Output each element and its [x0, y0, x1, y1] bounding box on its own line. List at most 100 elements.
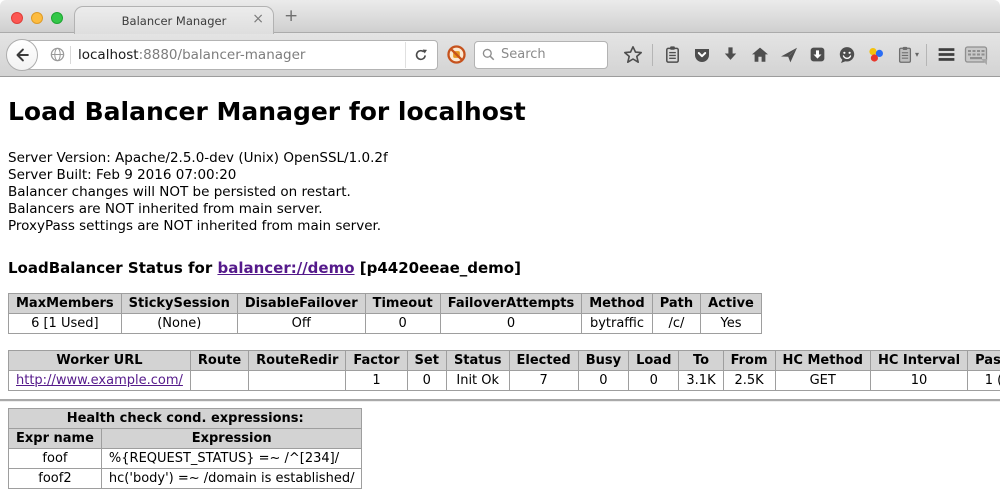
col-route: Route: [190, 351, 248, 371]
worker-url-link[interactable]: http://www.example.com/: [16, 373, 183, 388]
url-divider: [70, 46, 71, 64]
search-icon: [481, 47, 496, 62]
cell-path: /c/: [652, 314, 700, 334]
col-factor: Factor: [346, 351, 407, 371]
zoom-window-button[interactable]: [51, 12, 63, 24]
cell-load: 0: [629, 371, 679, 391]
balancer-demo-link[interactable]: balancer://demo: [217, 259, 354, 277]
inherit-note-line: Balancers are NOT inherited from main se…: [8, 201, 992, 218]
close-window-button[interactable]: [11, 12, 23, 24]
col-status: Status: [446, 351, 509, 371]
tab-title: Balancer Manager: [122, 14, 227, 28]
cell-worker-url: http://www.example.com/: [9, 371, 191, 391]
col-hc-interval: HC Interval: [870, 351, 967, 371]
cell-routeredir: [249, 371, 346, 391]
col-load: Load: [629, 351, 679, 371]
col-expression: Expression: [101, 429, 362, 449]
minimize-window-button[interactable]: [31, 12, 43, 24]
url-bar[interactable]: localhost:8880/balancer-manager: [22, 40, 438, 70]
status-prefix: LoadBalancer Status for: [8, 259, 217, 277]
keyboard-button[interactable]: [961, 41, 990, 69]
url-host: localhost: [78, 47, 139, 63]
col-expr-name: Expr name: [9, 429, 102, 449]
health-check-table: Health check cond. expressions: Expr nam…: [8, 408, 362, 489]
reload-button[interactable]: [405, 42, 435, 68]
cell-hc-interval: 10: [870, 371, 967, 391]
chat-smiley-button[interactable]: [832, 41, 861, 69]
table-row: 6 [1 Used] (None) Off 0 0 bytraffic /c/ …: [9, 314, 762, 334]
col-disablefailover: DisableFailover: [237, 294, 365, 314]
col-to: To: [679, 351, 723, 371]
pocket-button[interactable]: [687, 41, 716, 69]
worker-table: Worker URL Route RouteRedir Factor Set S…: [8, 350, 1000, 391]
cell-to: 3.1K: [679, 371, 723, 391]
new-tab-button[interactable]: +: [284, 6, 298, 26]
back-button[interactable]: [6, 39, 38, 71]
page-content: Load Balancer Manager for localhost Serv…: [0, 77, 1000, 491]
col-worker-url: Worker URL: [9, 351, 191, 371]
cell-set: 0: [407, 371, 446, 391]
col-maxmembers: MaxMembers: [9, 294, 122, 314]
clipboard-menu-caret-icon[interactable]: ▾: [915, 50, 919, 59]
cell-status: Init Ok: [446, 371, 509, 391]
cell-failoverattempts: 0: [440, 314, 582, 334]
col-stickysession: StickySession: [121, 294, 237, 314]
cell-factor: 1: [346, 371, 407, 391]
expr-row: foof %{REQUEST_STATUS} =~ /^[234]/: [9, 449, 362, 469]
hamburger-menu-button[interactable]: [932, 41, 961, 69]
status-suffix: [p4420eeae_demo]: [355, 259, 521, 277]
cell-timeout: 0: [365, 314, 440, 334]
cell-active: Yes: [701, 314, 762, 334]
cell-expr-name: foof2: [9, 469, 102, 489]
table-title-row: Health check cond. expressions:: [9, 409, 362, 429]
expr-row: foof2 hc('body') =~ /domain is establish…: [9, 469, 362, 489]
cell-elected: 7: [509, 371, 578, 391]
tab-balancer-manager[interactable]: Balancer Manager ×: [74, 6, 274, 34]
col-path: Path: [652, 294, 700, 314]
cell-route: [190, 371, 248, 391]
tab-close-icon[interactable]: ×: [252, 11, 264, 27]
toolbar-buttons: ▾: [618, 41, 990, 69]
downloads-button[interactable]: [716, 41, 745, 69]
col-active: Active: [701, 294, 762, 314]
col-method: Method: [582, 294, 652, 314]
col-timeout: Timeout: [365, 294, 440, 314]
colored-dots-button[interactable]: [861, 41, 890, 69]
addon-download-button[interactable]: [803, 41, 832, 69]
loadbalancer-status-heading: LoadBalancer Status for balancer://demo …: [8, 259, 992, 277]
cell-from: 2.5K: [723, 371, 775, 391]
health-table-title: Health check cond. expressions:: [9, 409, 362, 429]
cell-expression: %{REQUEST_STATUS} =~ /^[234]/: [101, 449, 362, 469]
table-header-row: MaxMembers StickySession DisableFailover…: [9, 294, 762, 314]
bookmark-star-button[interactable]: [618, 41, 647, 69]
browser-chrome: Balancer Manager × + localhost:8880/bala…: [0, 0, 1000, 77]
bookmarks-clipboard-button[interactable]: [658, 41, 687, 69]
col-hc-method: HC Method: [775, 351, 870, 371]
url-text[interactable]: localhost:8880/balancer-manager: [78, 47, 405, 63]
server-version-line: Server Version: Apache/2.5.0-dev (Unix) …: [8, 150, 992, 167]
cell-disablefailover: Off: [237, 314, 365, 334]
col-busy: Busy: [578, 351, 628, 371]
col-elected: Elected: [509, 351, 578, 371]
col-failoverattempts: FailoverAttempts: [440, 294, 582, 314]
persist-note-line: Balancer changes will NOT be persisted o…: [8, 184, 992, 201]
search-bar[interactable]: [474, 41, 608, 69]
col-set: Set: [407, 351, 446, 371]
col-from: From: [723, 351, 775, 371]
proxypass-note-line: ProxyPass settings are NOT inherited fro…: [8, 218, 992, 235]
cell-maxmembers: 6 [1 Used]: [9, 314, 122, 334]
worker-row: http://www.example.com/ 1 0 Init Ok 7 0 …: [9, 371, 1000, 391]
search-input[interactable]: [501, 47, 593, 62]
cell-stickysession: (None): [121, 314, 237, 334]
cell-hc-method: GET: [775, 371, 870, 391]
col-routeredir: RouteRedir: [249, 351, 346, 371]
send-button[interactable]: [774, 41, 803, 69]
block-plugin-icon[interactable]: [446, 44, 467, 65]
cell-expr-name: foof: [9, 449, 102, 469]
cell-expression: hc('body') =~ /domain is established/: [101, 469, 362, 489]
home-button[interactable]: [745, 41, 774, 69]
cell-passes: 1 (0): [968, 371, 1000, 391]
cell-method: bytraffic: [582, 314, 652, 334]
table-header-row: Expr name Expression: [9, 429, 362, 449]
url-path: :8880/balancer-manager: [139, 47, 306, 63]
